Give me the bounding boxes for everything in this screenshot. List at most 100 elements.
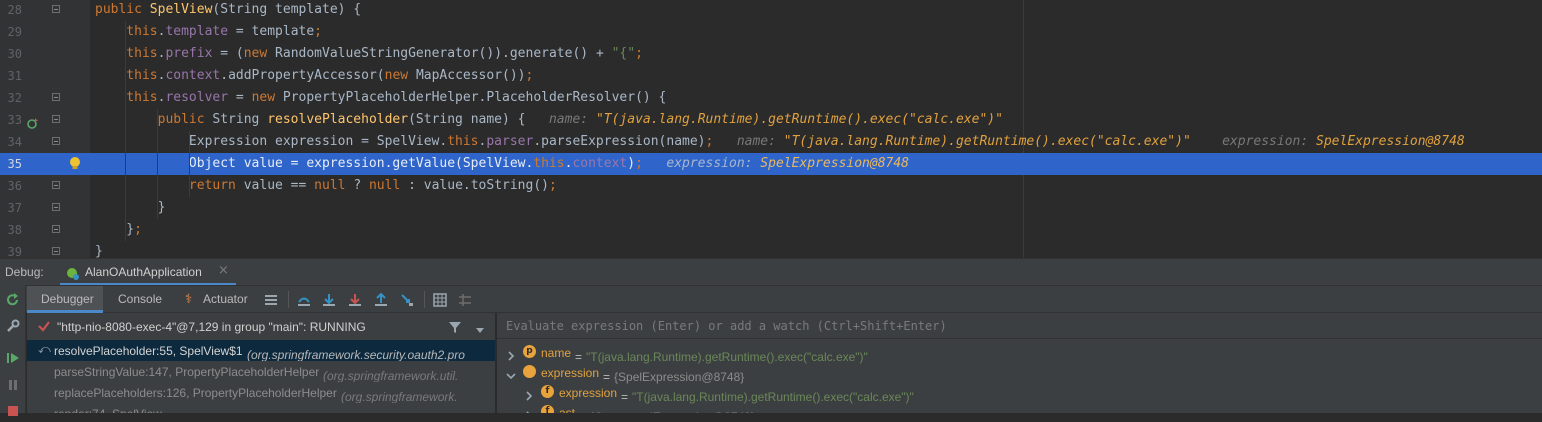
code-line[interactable]: 29 this.template = template; <box>0 21 1542 43</box>
layout-menu-icon[interactable] <box>264 292 278 306</box>
tab-debugger-label: Debugger <box>41 292 94 306</box>
code-line[interactable]: 34 Expression expression = SpelView.this… <box>0 131 1542 153</box>
line-number[interactable]: 32 <box>0 87 22 109</box>
show-execution-point-icon[interactable] <box>297 292 311 306</box>
code-line[interactable]: 39} <box>0 241 1542 258</box>
code-line[interactable]: 38 }; <box>0 219 1542 241</box>
code-token: public <box>95 112 213 127</box>
code-token: ) <box>627 156 636 171</box>
code-editor[interactable]: 28 public SpelView(String template) {29 t… <box>0 0 1542 258</box>
debug-tool-window-header: Debug: AlanOAuthApplication × <box>0 258 1542 286</box>
indent-guide <box>125 197 126 219</box>
debug-left-toolbar <box>0 285 26 416</box>
line-number[interactable]: 37 <box>0 197 22 219</box>
line-number[interactable]: 29 <box>0 21 22 43</box>
frame-package-holder: (org.springframework.security.oauth2.pro… <box>162 407 410 413</box>
close-icon[interactable]: × <box>218 263 229 278</box>
settings-wrench-icon[interactable] <box>6 318 20 337</box>
line-number[interactable]: 33 <box>0 109 22 131</box>
indent-guide <box>125 87 126 109</box>
code-text: Expression expression = SpelView.this .pa… <box>95 131 1465 153</box>
frame-text: resolvePlaceholder:55, SpelView$1 (org.sp… <box>27 340 495 361</box>
evaluate-expression-field[interactable]: Evaluate expression (Enter) or add a wat… <box>497 313 1542 339</box>
frame-method: resolvePlaceholder:55, SpelView$1 <box>54 344 243 358</box>
fold-marker-icon[interactable] <box>52 5 60 13</box>
code-token: new <box>243 46 276 61</box>
code-line[interactable]: 30 this.prefix = (new RandomValueStringG… <box>0 43 1542 65</box>
intention-bulb-icon[interactable] <box>69 156 81 175</box>
line-number[interactable]: 35 <box>0 153 22 175</box>
code-line[interactable]: 31 this.context.addPropertyAccessor(new … <box>0 65 1542 87</box>
code-line[interactable]: 35 Object value = expression.getValue(Sp… <box>0 153 1542 175</box>
trace-stream-icon[interactable] <box>458 292 472 306</box>
code-token: ; <box>635 46 643 61</box>
code-text: this.resolver = new PropertyPlaceholderH… <box>95 87 666 109</box>
pause-icon[interactable] <box>6 377 20 396</box>
line-number[interactable]: 28 <box>0 0 22 21</box>
code-token: .addPropertyAccessor( <box>220 68 385 83</box>
stack-frame[interactable]: render:74, SpelView(org.springframework.… <box>27 403 495 413</box>
inline-debug-value: name: <box>548 112 596 127</box>
variable-row[interactable]: f expression = "T(java.lang.Runtime).getRun… <box>497 382 1542 404</box>
code-token: = <box>228 90 252 105</box>
fold-marker-icon[interactable] <box>52 115 60 123</box>
step-over-icon[interactable] <box>322 292 336 306</box>
code-token: } <box>95 222 135 237</box>
code-line[interactable]: 32 this.resolver = new PropertyPlacehold… <box>0 87 1542 109</box>
code-token: resolver <box>165 90 229 105</box>
indent-guide <box>157 197 158 219</box>
resume-icon[interactable] <box>6 350 20 369</box>
variable-row[interactable]: fast={CompoundExpression@8749} <box>497 402 1542 413</box>
code-token: return <box>95 178 244 193</box>
code-token: this <box>95 90 158 105</box>
fold-marker-icon[interactable] <box>52 137 60 145</box>
fold-marker-icon[interactable] <box>52 181 60 189</box>
frame-package-holder: (org.springframework. <box>337 386 458 403</box>
code-token: parser <box>486 134 534 149</box>
step-out-icon[interactable] <box>374 292 388 306</box>
field-badge-icon: f <box>541 385 554 398</box>
line-number[interactable]: 34 <box>0 131 22 153</box>
thread-selector[interactable]: "http-nio-8080-exec-4"@7,129 in group "m… <box>27 313 495 339</box>
filter-icon[interactable] <box>448 319 462 338</box>
fold-marker-icon[interactable] <box>52 203 60 211</box>
code-line[interactable]: 33 public String resolvePlaceholder(Stri… <box>0 109 1542 131</box>
code-token: RandomValueStringGenerator()).generate()… <box>275 46 612 61</box>
fold-marker-icon[interactable] <box>52 247 60 255</box>
variable-name: name <box>541 346 572 360</box>
line-number[interactable]: 31 <box>0 65 22 87</box>
code-token: ; <box>314 24 322 39</box>
code-token: prefix <box>165 46 213 61</box>
variable-row[interactable]: p name = "T(java.lang.Runtime).getRuntime()… <box>497 342 1542 364</box>
fold-marker-icon[interactable] <box>52 93 60 101</box>
chevron-right-icon[interactable] <box>524 406 534 413</box>
tab-actuator[interactable]: ⚕ Actuator <box>182 286 258 313</box>
stack-frame[interactable]: ⤺ resolvePlaceholder:55, SpelView$1 (org.s… <box>27 340 495 361</box>
code-text: } <box>95 197 166 219</box>
chevron-down-icon[interactable] <box>475 321 485 340</box>
rerun-icon[interactable] <box>6 292 20 311</box>
code-token: String <box>212 112 268 127</box>
line-number[interactable]: 39 <box>0 241 22 258</box>
code-token: ; <box>549 178 557 193</box>
line-number[interactable]: 38 <box>0 219 22 241</box>
stack-frame[interactable]: parseStringValue:147, PropertyPlaceholde… <box>27 361 495 382</box>
tab-debugger[interactable]: Debugger <box>27 286 103 313</box>
toolbar-separator <box>424 291 425 308</box>
code-token: (String template) { <box>212 2 362 17</box>
line-number[interactable]: 36 <box>0 175 22 197</box>
variable-row[interactable]: expression = {SpelExpression@8748} <box>497 362 1542 384</box>
debug-session-tab[interactable]: AlanOAuthApplication × <box>60 259 236 286</box>
code-line[interactable]: 28 public SpelView(String template) { <box>0 0 1542 21</box>
inline-debug-value: SpelExpression@8748 <box>1316 134 1465 149</box>
code-line[interactable]: 36 return value == null ? null : value.t… <box>0 175 1542 197</box>
indent-guide <box>189 175 190 197</box>
fold-marker-icon[interactable] <box>52 225 60 233</box>
code-text: }; <box>95 219 142 241</box>
line-number[interactable]: 30 <box>0 43 22 65</box>
evaluate-expression-icon[interactable] <box>433 292 447 307</box>
stack-frame[interactable]: replacePlaceholders:126, PropertyPlaceho… <box>27 382 495 403</box>
run-to-cursor-icon[interactable] <box>400 292 414 306</box>
step-into-icon[interactable] <box>348 292 362 306</box>
code-line[interactable]: 37 } <box>0 197 1542 219</box>
